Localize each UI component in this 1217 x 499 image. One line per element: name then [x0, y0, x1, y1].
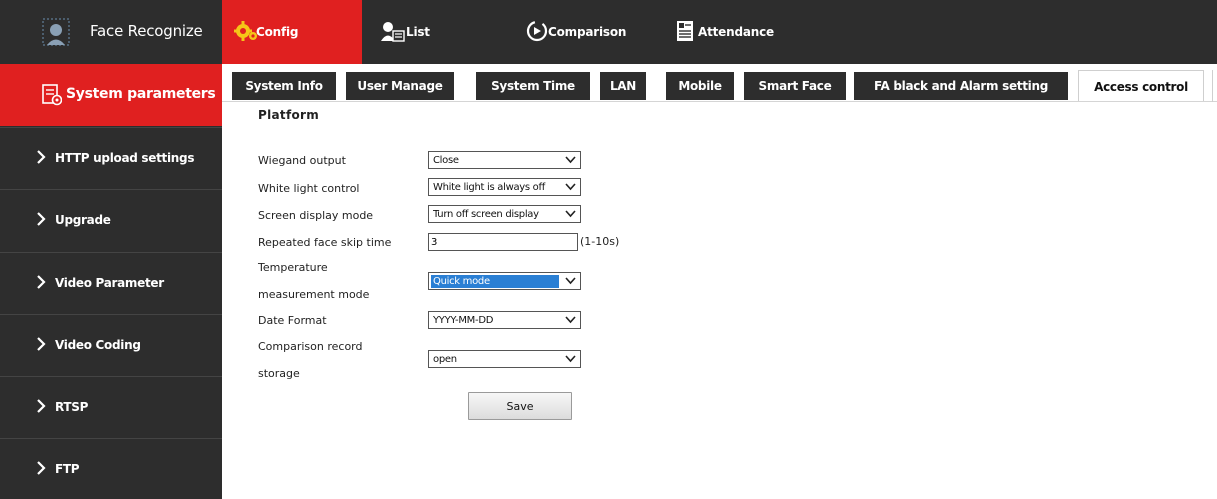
sidebar-item-system-parameters[interactable]: System parameters — [0, 64, 222, 126]
sidebar-item-rtsp[interactable]: RTSP — [0, 376, 222, 438]
tab-system-info[interactable]: System Info — [232, 72, 336, 100]
tab-system-time[interactable]: System Time — [476, 72, 590, 100]
sidebar-item-label: Video Parameter — [55, 276, 164, 290]
wiegand-output-label: Wiegand output — [258, 154, 346, 167]
sidebar-item-video-parameter[interactable]: Video Parameter — [0, 252, 222, 314]
tab-user-manage[interactable]: User Manage — [346, 72, 454, 100]
sidebar-item-upgrade[interactable]: Upgrade — [0, 189, 222, 251]
wiegand-output-value: Close — [433, 154, 459, 166]
attendance-icon — [676, 20, 694, 45]
temperature-mode-select[interactable]: Quick mode — [428, 272, 581, 290]
chevron-right-icon — [36, 150, 46, 167]
chevron-down-icon — [565, 156, 576, 167]
save-button[interactable]: Save — [468, 392, 572, 420]
comparison-storage-select[interactable]: open — [428, 350, 581, 368]
nav-config[interactable]: Config — [222, 0, 362, 64]
chevron-down-icon — [565, 316, 576, 327]
screen-display-select[interactable]: Turn off screen display — [428, 205, 581, 223]
nav-attendance[interactable]: Attendance — [672, 0, 812, 64]
document-settings-icon — [42, 84, 63, 109]
screen-display-label: Screen display mode — [258, 209, 374, 222]
face-scan-icon — [42, 18, 70, 46]
sidebar: System parameters HTTP upload settings U… — [0, 64, 222, 499]
tab-bar: System Info User Manage System Time LAN … — [222, 64, 1217, 106]
tab-smart-face[interactable]: Smart Face — [744, 72, 846, 100]
comparison-icon — [526, 20, 548, 45]
gear-icon — [234, 20, 258, 45]
app-title: Face Recognize — [90, 22, 203, 40]
nav-attendance-label: Attendance — [698, 25, 774, 39]
chevron-down-icon — [565, 355, 576, 366]
nav-list[interactable]: List — [362, 0, 492, 64]
sidebar-active-label: System parameters — [66, 86, 216, 102]
temperature-mode-value: Quick mode — [431, 274, 559, 288]
chevron-right-icon — [36, 275, 46, 292]
chevron-down-icon — [565, 210, 576, 221]
comparison-storage-label-line1: Comparison record — [258, 340, 363, 353]
date-format-label: Date Format — [258, 314, 327, 327]
wiegand-output-select[interactable]: Close — [428, 151, 581, 169]
chevron-down-icon — [565, 183, 576, 194]
tab-mobile[interactable]: Mobile — [666, 72, 734, 100]
chevron-right-icon — [36, 337, 46, 354]
comparison-storage-value: open — [433, 353, 457, 365]
tab-access-control[interactable]: Access control — [1078, 70, 1204, 102]
white-light-value: White light is always off — [433, 181, 545, 193]
nav-list-label: List — [406, 25, 430, 39]
tab-lan[interactable]: LAN — [600, 72, 646, 100]
tab-edge — [1212, 70, 1213, 102]
skip-time-input[interactable] — [428, 233, 578, 251]
tab-divider — [222, 101, 1217, 102]
nav-comparison-label: Comparison — [548, 25, 627, 39]
sidebar-item-http-upload-settings[interactable]: HTTP upload settings — [0, 127, 222, 189]
comparison-storage-label-line2: storage — [258, 367, 300, 380]
sidebar-item-label: Upgrade — [55, 213, 111, 227]
chevron-right-icon — [36, 212, 46, 229]
skip-time-hint: (1-10s) — [580, 235, 620, 248]
nav-comparison[interactable]: Comparison — [492, 0, 672, 64]
sidebar-item-label: HTTP upload settings — [55, 151, 195, 165]
date-format-select[interactable]: YYYY-MM-DD — [428, 311, 581, 329]
skip-time-label: Repeated face skip time — [258, 236, 392, 249]
chevron-right-icon — [36, 461, 46, 478]
brand: Face Recognize — [0, 0, 222, 64]
person-list-icon — [380, 20, 406, 45]
top-navigation-bar: Face Recognize Config List Comparison At… — [0, 0, 1217, 64]
date-format-value: YYYY-MM-DD — [433, 314, 494, 326]
section-title: Platform — [258, 108, 320, 122]
white-light-label: White light control — [258, 182, 360, 195]
sidebar-item-video-coding[interactable]: Video Coding — [0, 314, 222, 376]
sidebar-item-ftp[interactable]: FTP — [0, 438, 222, 499]
temperature-mode-label-line1: Temperature — [258, 261, 328, 274]
chevron-right-icon — [36, 399, 46, 416]
chevron-down-icon — [565, 277, 576, 288]
white-light-select[interactable]: White light is always off — [428, 178, 581, 196]
sidebar-item-label: Video Coding — [55, 338, 141, 352]
temperature-mode-label-line2: measurement mode — [258, 288, 370, 301]
tab-fa-black-alarm[interactable]: FA black and Alarm setting — [854, 72, 1068, 100]
screen-display-value: Turn off screen display — [433, 208, 539, 220]
nav-config-label: Config — [256, 25, 299, 39]
sidebar-item-label: RTSP — [55, 400, 89, 414]
sidebar-item-label: FTP — [55, 462, 80, 476]
